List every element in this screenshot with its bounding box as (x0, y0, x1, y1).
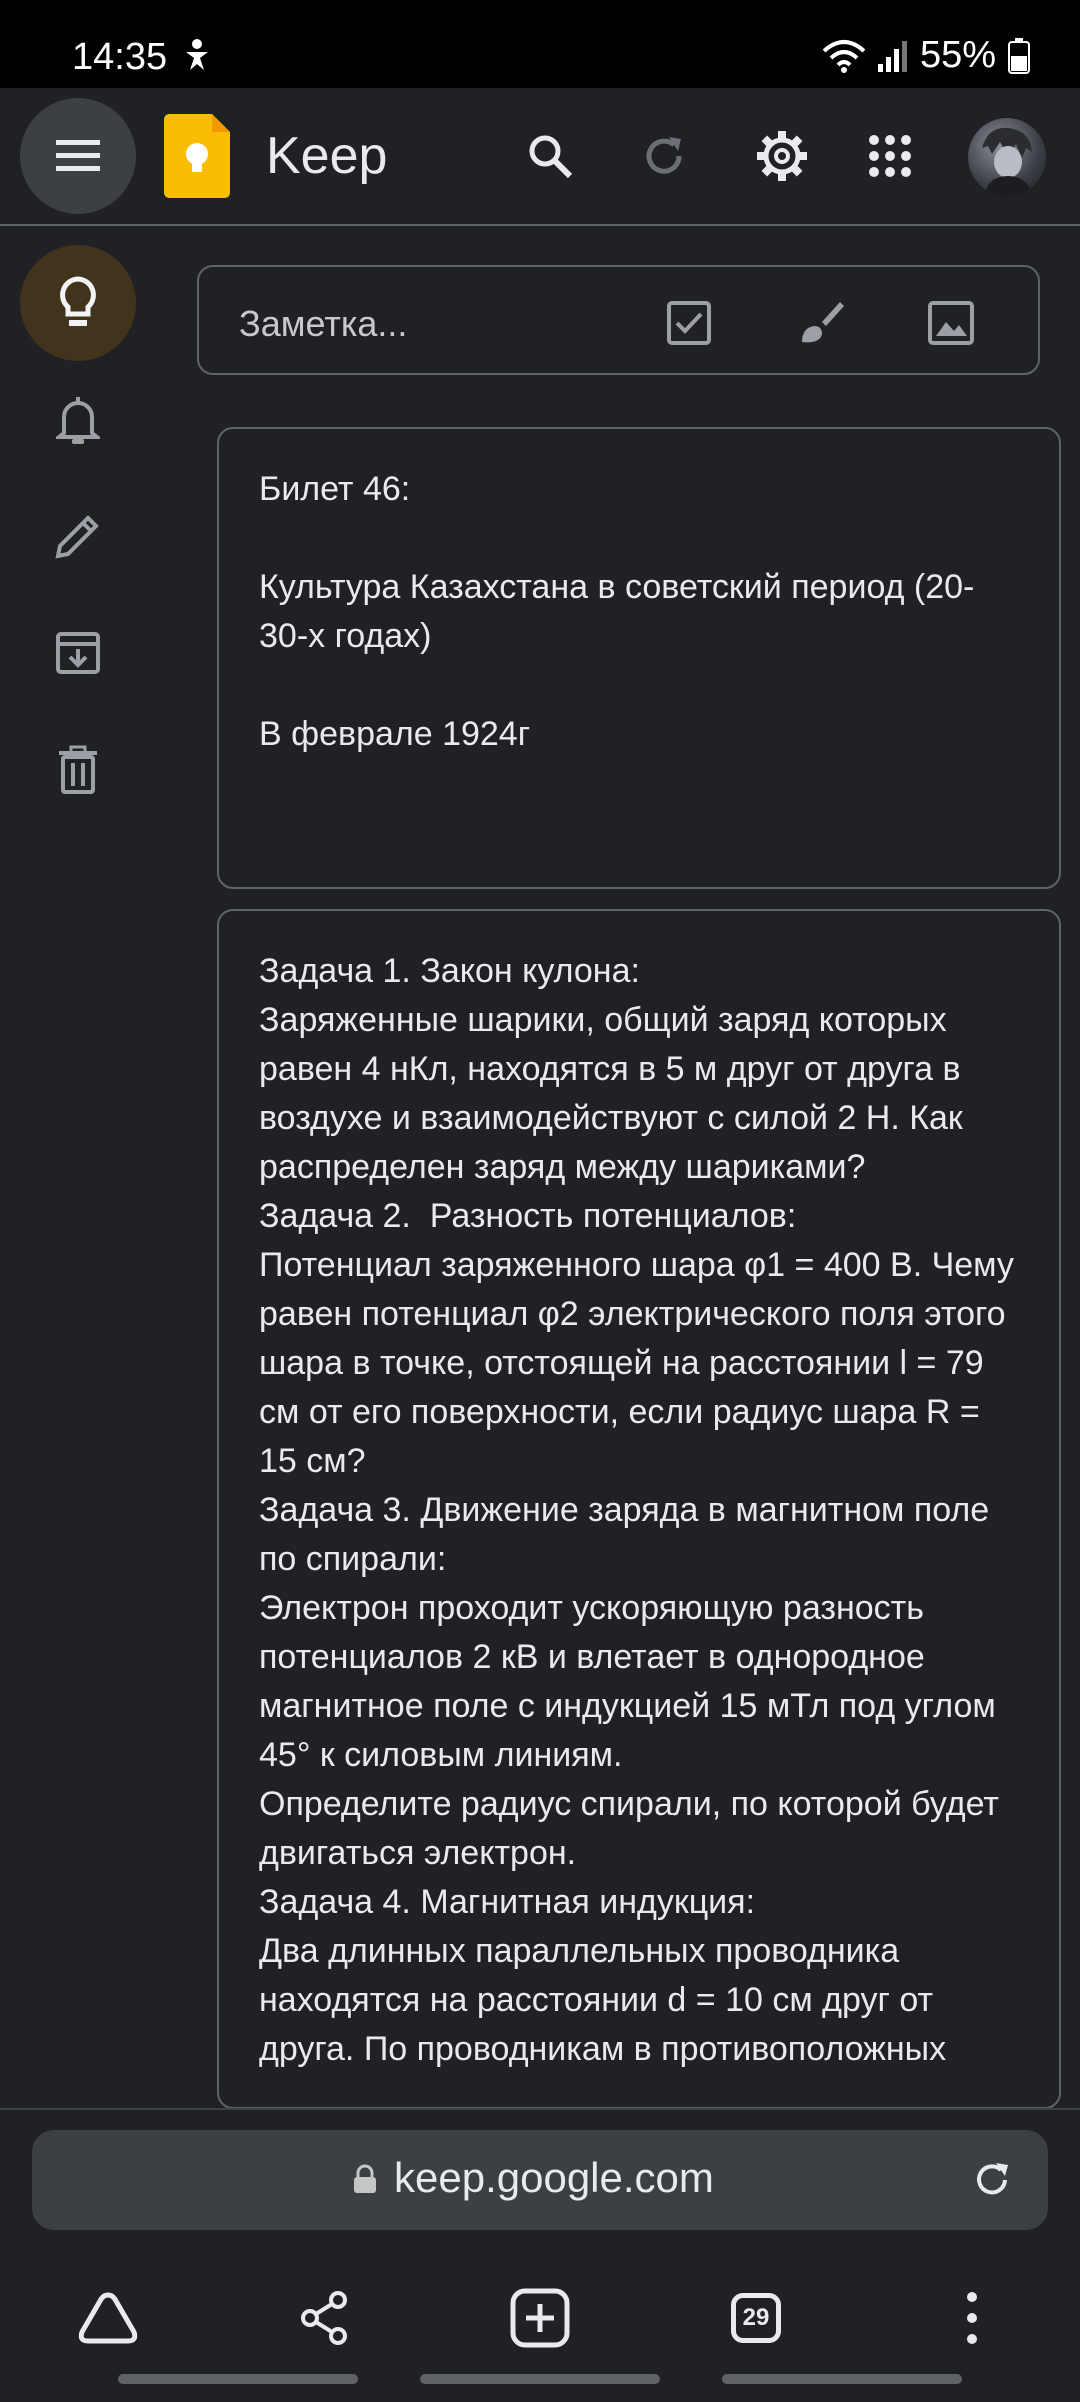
search-button[interactable] (518, 124, 582, 188)
trash-icon (59, 745, 97, 794)
note-text: Билет 46: Культура Казахстана в советски… (259, 470, 975, 753)
brush-icon (802, 302, 844, 343)
account-avatar[interactable] (968, 118, 1046, 196)
browser-bottom-bar: keep.google.com 29 (0, 2108, 1080, 2402)
new-drawing-button[interactable] (791, 293, 851, 353)
new-image-note-button[interactable] (921, 293, 981, 353)
new-list-button[interactable] (659, 293, 719, 353)
plus-box-icon (510, 2288, 570, 2348)
pencil-icon (55, 515, 99, 559)
refresh-button[interactable] (632, 124, 696, 188)
settings-gear-icon (757, 131, 807, 181)
search-icon (529, 135, 573, 179)
reload-icon (977, 2163, 1008, 2195)
signal-icon (877, 40, 907, 72)
gesture-hint (420, 2374, 660, 2384)
archive-icon (56, 632, 100, 674)
menu-icon (56, 140, 100, 171)
tabs-button[interactable]: 29 (706, 2268, 806, 2368)
settings-button[interactable] (750, 124, 814, 188)
wifi-icon (822, 39, 866, 73)
tab-count-badge: 29 (731, 2293, 781, 2343)
more-options-button[interactable] (922, 2268, 1022, 2368)
bell-icon (56, 397, 100, 444)
sidebar-item-trash[interactable] (20, 712, 136, 828)
lightbulb-icon (60, 276, 96, 326)
gesture-hint (722, 2374, 962, 2384)
accessibility-person-icon (186, 39, 208, 70)
main-menu-button[interactable] (20, 98, 136, 214)
new-tab-button[interactable] (490, 2268, 590, 2368)
take-note-bar[interactable]: Заметка... (197, 265, 1040, 375)
avatar-image (982, 127, 1032, 196)
take-note-placeholder[interactable]: Заметка... (239, 303, 407, 345)
note-card[interactable]: Билет 46: Культура Казахстана в советски… (217, 427, 1061, 889)
image-icon (928, 301, 974, 345)
browser-home-button[interactable] (58, 2268, 158, 2368)
checkbox-icon (667, 301, 711, 345)
share-button[interactable] (274, 2268, 374, 2368)
more-vert-icon (967, 2292, 977, 2344)
sidebar-item-archive[interactable] (20, 595, 136, 711)
sidebar-item-notes[interactable] (20, 245, 136, 361)
note-text: Задача 1. Закон кулона: Заряженные шарик… (259, 952, 1014, 2068)
app-header: Keep (0, 88, 1080, 226)
battery-percent: 55% (919, 34, 996, 76)
note-card[interactable]: Задача 1. Закон кулона: Заряженные шарик… (217, 909, 1061, 2109)
status-bar: 14:35 55% (0, 0, 1080, 88)
apps-grid-icon (869, 135, 911, 177)
gesture-hint (118, 2374, 358, 2384)
apps-button[interactable] (858, 124, 922, 188)
sidebar-item-reminders[interactable] (20, 362, 136, 478)
address-bar[interactable]: keep.google.com (32, 2130, 1048, 2230)
reload-button[interactable] (966, 2154, 1018, 2206)
url-text[interactable]: keep.google.com (394, 2154, 714, 2202)
lock-icon (354, 2164, 376, 2193)
keep-logo[interactable] (164, 114, 230, 198)
refresh-icon (646, 137, 682, 174)
share-icon (301, 2291, 347, 2345)
home-triangle-icon (78, 2292, 138, 2344)
battery-icon (1008, 37, 1030, 74)
app-title: Keep (266, 127, 388, 185)
status-time: 14:35 (72, 36, 168, 78)
sidebar-item-edit-labels[interactable] (20, 478, 136, 594)
